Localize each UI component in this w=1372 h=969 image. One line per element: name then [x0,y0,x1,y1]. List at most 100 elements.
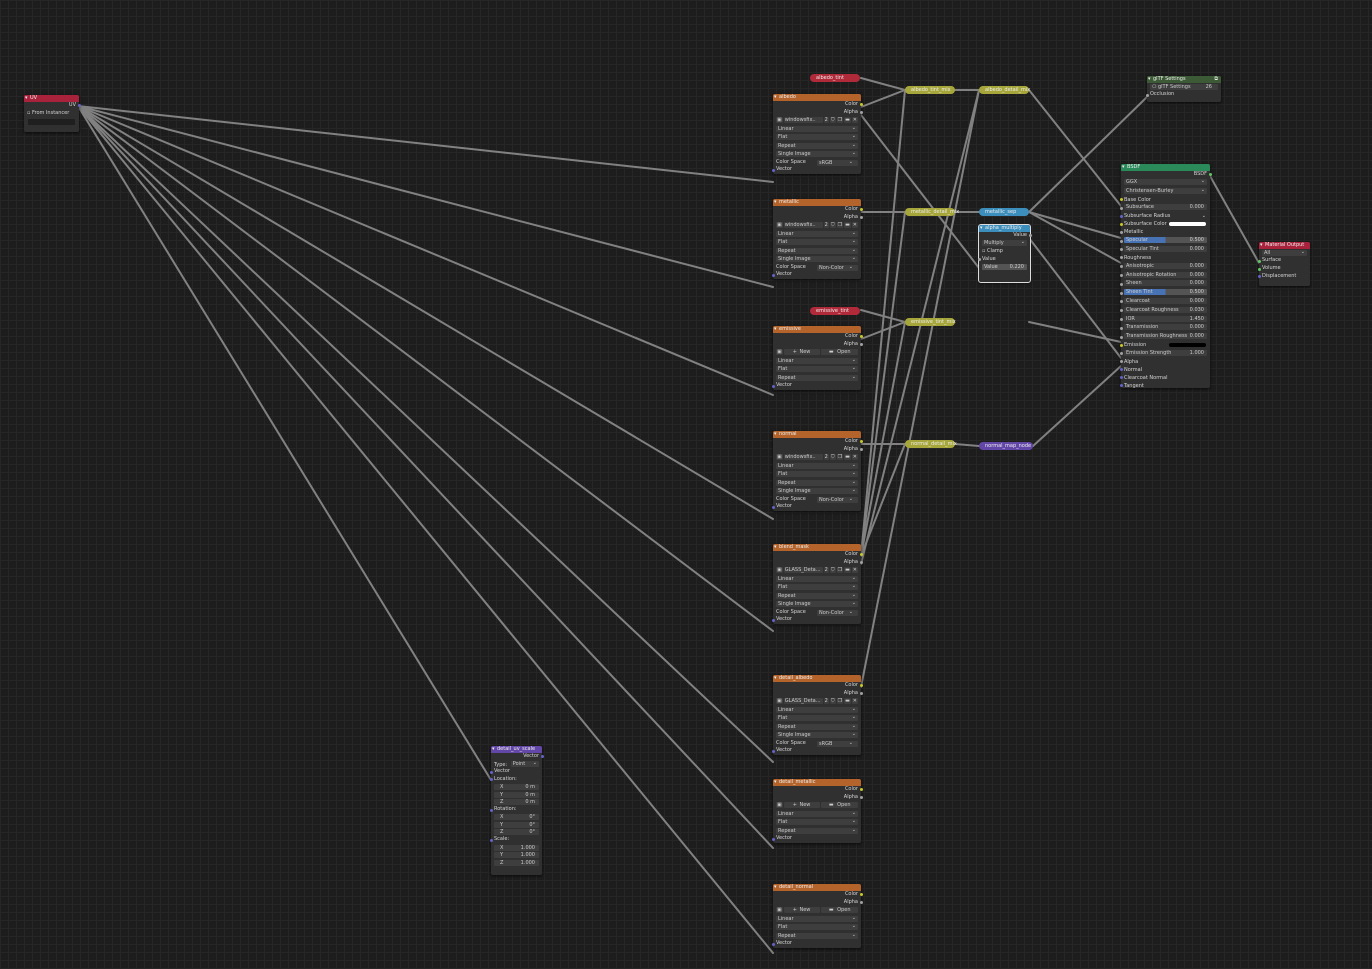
ext-dropdown[interactable]: Repeat [773,142,861,151]
target-dropdown[interactable]: All [1259,249,1310,258]
color-space-dropdown[interactable]: sRGB [817,740,858,747]
location-y-field[interactable]: Y0 m [491,791,542,799]
value-field[interactable]: Anisotropic Rotation 0.000 [1124,271,1207,278]
fake-user-icon[interactable]: ⛉ [829,698,836,705]
image-icon[interactable]: ▣ [776,907,783,914]
value-field[interactable]: Subsurface 0.000 [1124,204,1207,211]
image-selector[interactable]: ▣ + New ▬ Open [773,349,861,357]
interp-dropdown[interactable]: Linear [773,915,861,924]
fake-user-icon[interactable]: ⛉ [829,454,836,461]
image-selector[interactable]: ▣ windowsfix.. 2 ⛉ ❐ ▬ ✕ [773,222,861,230]
color-space-dropdown[interactable]: sRGB [817,159,858,166]
image-selector[interactable]: ▣ GLASS_Deta... 2 ⛉ ❐ ▬ ✕ [773,567,861,575]
proj-dropdown[interactable]: Flat [773,924,861,932]
node-header[interactable]: albedo [773,94,861,101]
socket[interactable] [771,384,775,388]
folder-icon[interactable]: ▬ [844,454,851,461]
socket[interactable] [859,692,863,696]
value-field[interactable]: Clearcoat Roughness 0.030 [1124,306,1207,313]
socket[interactable] [1119,265,1123,269]
group-selector[interactable]: ⎔ glTF Settings 26 [1147,83,1221,92]
reroute-albedo-detail-mix[interactable]: albedo_detail_mix [979,86,1030,94]
proj-dropdown[interactable]: Flat [773,819,861,827]
socket[interactable] [1119,206,1123,210]
value-field[interactable]: Anisotropic 0.000 [1124,262,1207,269]
open-image-button[interactable]: ▬ Open [821,907,859,914]
uv-node[interactable]: UV UV ▫ From Instancer [24,95,81,132]
image-texture-node[interactable]: detail_metallicColorAlpha▣+ New▬ OpenLin… [771,779,863,843]
image-icon[interactable]: ▣ [776,349,783,356]
socket[interactable] [1119,198,1123,202]
node-header[interactable]: normal [773,431,861,438]
value-field[interactable]: Sheen Tint 0.500 [1124,289,1207,296]
reroute-normal-map-node[interactable]: normal_map_node [979,442,1033,450]
user-count[interactable]: 2 [823,222,829,229]
ext-dropdown[interactable]: Repeat [773,932,861,941]
close-icon[interactable]: ✕ [851,117,858,124]
image-icon[interactable]: ▣ [776,117,783,124]
value-field[interactable]: Clearcoat 0.000 [1124,298,1207,305]
folder-icon[interactable]: ▬ [844,567,851,574]
socket[interactable] [859,216,863,220]
fake-user-icon[interactable]: ⛉ [829,117,836,124]
socket[interactable] [1257,275,1261,279]
value-field[interactable]: Sheen 0.000 [1124,280,1207,287]
socket[interactable] [859,111,863,115]
source-dropdown[interactable]: Single Image [773,488,861,496]
user-count[interactable]: 2 [823,117,829,124]
value-field[interactable]: Transmission Roughness 0.000 [1124,333,1207,340]
fake-user-icon[interactable]: ⛉ [829,567,836,574]
node-header[interactable]: emissive [773,326,861,333]
duplicate-icon[interactable]: ❐ [836,222,844,229]
folder-icon[interactable]: ▬ [844,222,851,229]
color-space-dropdown[interactable]: Non-Color [817,609,858,616]
group-icon[interactable]: ⧉ [1214,76,1218,82]
subsurface-method-dropdown[interactable]: Christensen-Burley [1121,187,1210,196]
node-header[interactable]: glTF Settings [1147,76,1221,83]
image-name[interactable]: windowsfix.. [783,117,823,124]
rotation-y-field[interactable]: Y 0° [491,821,542,829]
image-selector[interactable]: ▣ + New ▬ Open [773,907,861,915]
from-instancer-checkbox[interactable]: ▫ From Instancer [24,110,79,118]
image-name[interactable]: GLASS_Deta... [783,698,823,705]
socket[interactable] [1257,267,1261,271]
image-selector[interactable]: ▣ windowsfix.. 2 ⛉ ❐ ▬ ✕ [773,117,861,125]
alpha-multiply-node[interactable]: alpha_multiply Value Multiply ▫ Clamp Va… [977,224,1032,283]
socket[interactable] [1119,318,1123,322]
folder-icon[interactable]: ▬ [844,698,851,705]
socket[interactable] [1119,214,1123,218]
distribution-dropdown[interactable]: GGX [1121,179,1210,187]
node-header[interactable]: alpha_multiply [979,225,1030,232]
socket[interactable] [859,448,863,452]
folder-icon[interactable]: ▬ [844,117,851,124]
socket[interactable] [1119,282,1123,286]
reroute-albedo-tint[interactable]: albedo_tint [810,74,860,82]
duplicate-icon[interactable]: ❐ [836,698,844,705]
interp-dropdown[interactable]: Linear [773,357,861,366]
operation-dropdown[interactable]: Multiply [979,240,1030,248]
fake-user-icon[interactable]: ⛉ [829,222,836,229]
new-image-button[interactable]: + New [783,349,821,356]
duplicate-icon[interactable]: ❐ [836,454,844,461]
socket[interactable] [1119,291,1123,295]
node-header[interactable]: detail_albedo [773,675,861,682]
color-space-dropdown[interactable]: Non-Color [817,496,858,503]
clamp-checkbox[interactable]: ▫ Clamp [979,248,1030,256]
color-space-dropdown[interactable]: Non-Color [817,264,858,271]
mapping-node[interactable]: detail_uv_scale Vector Type: Point Vecto… [489,746,544,875]
socket[interactable] [489,838,493,842]
socket[interactable] [1257,259,1261,263]
socket[interactable] [1119,274,1123,278]
proj-dropdown[interactable]: Flat [773,584,861,592]
socket[interactable] [1119,343,1123,347]
image-selector[interactable]: ▣ windowsfix.. 2 ⛉ ❐ ▬ ✕ [773,454,861,462]
uv-map-field[interactable] [24,119,79,127]
location-x-field[interactable]: X0 m [491,784,542,791]
socket[interactable] [1119,335,1123,339]
proj-dropdown[interactable]: Flat [773,366,861,374]
socket[interactable] [977,258,981,262]
type-dropdown[interactable]: Point [510,761,539,768]
image-texture-node[interactable]: emissiveColorAlpha▣+ New▬ OpenLinearFlat… [771,326,863,390]
interp-dropdown[interactable]: Linear [773,810,861,819]
socket[interactable] [859,796,863,800]
